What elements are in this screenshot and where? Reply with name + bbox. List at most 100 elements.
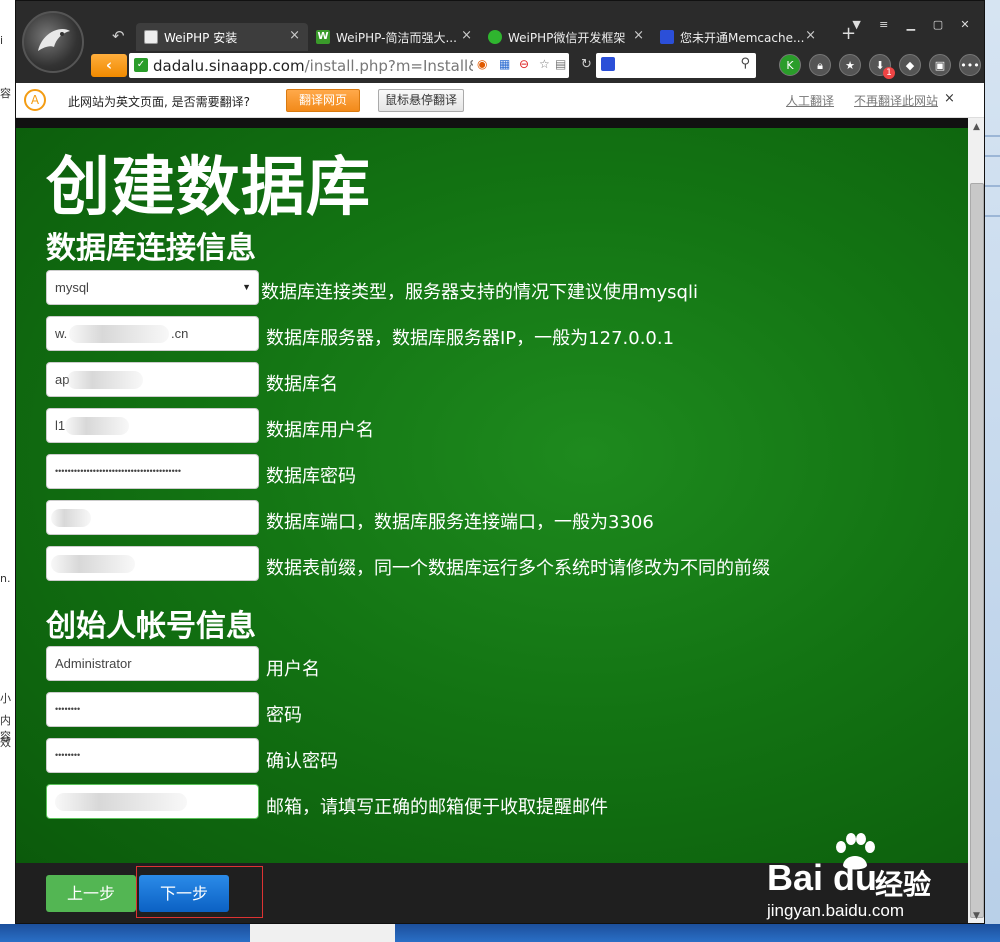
menu-icon[interactable]: ≡ — [873, 18, 895, 31]
minimize-button[interactable]: ▁ — [900, 18, 922, 31]
bg-snippet: 效 — [0, 736, 11, 749]
game-icon[interactable]: ◆ — [899, 54, 921, 76]
db-type-value: mysql — [55, 280, 89, 295]
admin-username-input[interactable]: Administrator — [46, 646, 259, 681]
url-path: /install.php?m=Install& — [304, 57, 473, 75]
baidu-paw-icon — [660, 30, 674, 44]
db-port-hint: 数据库端口，数据库服务连接端口，一般为3306 — [266, 512, 654, 533]
tab-label: 您未开通Memcache... — [680, 31, 805, 45]
db-port-input[interactable] — [46, 500, 259, 535]
scroll-up-icon[interactable]: ▲ — [973, 122, 980, 132]
browser-logo-icon[interactable] — [22, 11, 84, 73]
lock-icon[interactable]: 🔒︎ — [809, 54, 831, 76]
bg-snippet: i — [0, 34, 4, 47]
navigation-bar: ‹ ✓ dadalu.sinaapp.com/install.php?m=Ins… — [91, 53, 984, 79]
download-badge: 1 — [883, 67, 895, 79]
watermark-brand: Bai du — [767, 857, 878, 898]
tab-memcache[interactable]: 您未开通Memcache... × — [652, 23, 824, 51]
db-user-value: l1 — [55, 418, 66, 433]
tools-icon[interactable]: ▣ — [929, 54, 951, 76]
close-window-button[interactable]: ✕ — [954, 18, 976, 31]
close-icon[interactable]: × — [289, 28, 300, 43]
baidu-search-engine-icon[interactable] — [601, 57, 615, 71]
search-box[interactable]: ⚲ — [596, 53, 756, 78]
bg-snippet: 容 — [0, 87, 11, 100]
section-db-heading: 数据库连接信息 — [46, 231, 256, 266]
favorites-icon[interactable]: ★ — [839, 54, 861, 76]
admin-confirm-password-value: •••••••• — [55, 750, 81, 760]
db-host-hint: 数据库服务器，数据库服务器IP，一般为127.0.0.1 — [266, 328, 675, 349]
db-prefix-hint: 数据表前缀，同一个数据库运行多个系统时请修改为不同的前缀 — [266, 558, 770, 579]
translate-bar: A 此网站为英文页面, 是否需要翻译? 翻译网页 鼠标悬停翻译 人工翻译 不再翻… — [16, 83, 984, 118]
admin-password-hint: 密码 — [266, 705, 302, 726]
star-icon[interactable]: ☆ — [539, 57, 550, 71]
watermark-cn: 经验 — [875, 868, 932, 901]
content-top-strip — [16, 118, 968, 128]
highlight-box — [136, 866, 263, 918]
back-button[interactable]: ‹ — [91, 54, 127, 77]
browser-window: ↶ WeiPHP 安装 × W WeiPHP-简洁而强大... × WeiPHP… — [15, 0, 985, 924]
admin-password-input[interactable]: •••••••• — [46, 692, 259, 727]
url-host: dadalu.sinaapp.com — [153, 57, 305, 75]
admin-email-input[interactable] — [46, 784, 259, 819]
redacted-blur — [67, 371, 143, 389]
tab-weiphp-install[interactable]: WeiPHP 安装 × — [136, 23, 308, 51]
db-host-value: w. — [55, 326, 68, 341]
admin-username-hint: 用户名 — [266, 659, 320, 680]
translate-page-button[interactable]: 翻译网页 — [286, 89, 360, 112]
skin-icon[interactable]: ▼ — [846, 18, 868, 31]
close-translate-bar-icon[interactable]: × — [944, 91, 955, 106]
window-controls: ▼ ≡ ▁ ▢ ✕ — [846, 13, 976, 32]
db-user-hint: 数据库用户名 — [266, 420, 374, 441]
maximize-button[interactable]: ▢ — [927, 18, 949, 31]
db-password-value: •••••••••••••••••••••••••••••••••••••••• — [55, 466, 182, 476]
close-icon[interactable]: × — [633, 28, 644, 43]
url-text[interactable]: dadalu.sinaapp.com/install.php?m=Install… — [153, 57, 473, 75]
tab-weiphp-simple[interactable]: W WeiPHP-简洁而强大... × — [308, 23, 480, 51]
hover-translate-button[interactable]: 鼠标悬停翻译 — [378, 89, 464, 112]
db-type-hint: 数据库连接类型，服务器支持的情况下建议使用mysqli — [261, 282, 698, 303]
db-prefix-input[interactable] — [46, 546, 259, 581]
undo-close-tab-icon[interactable]: ↶ — [112, 27, 125, 45]
prev-step-button[interactable]: 上一步 — [46, 875, 136, 912]
scrollbar-thumb[interactable] — [970, 183, 984, 918]
search-icon[interactable]: ⚲ — [740, 56, 750, 71]
search-q-icon[interactable]: ◉ — [477, 57, 487, 71]
k-extension-icon[interactable]: K — [779, 54, 801, 76]
more-icon[interactable]: ••• — [959, 54, 981, 76]
db-password-input[interactable]: •••••••••••••••••••••••••••••••••••••••• — [46, 454, 259, 489]
close-icon[interactable]: × — [805, 28, 816, 43]
close-icon[interactable]: × — [461, 28, 472, 43]
redacted-blur — [51, 555, 135, 573]
desktop-window-edge — [250, 924, 395, 942]
watermark-url: jingyan.baidu.com — [767, 901, 905, 920]
section-admin-heading: 创始人帐号信息 — [46, 609, 256, 644]
translate-icon: A — [24, 89, 46, 111]
scroll-down-icon[interactable]: ▼ — [973, 911, 980, 921]
adblock-icon[interactable]: ⊖ — [519, 57, 529, 71]
address-bar[interactable]: ✓ dadalu.sinaapp.com/install.php?m=Insta… — [129, 53, 569, 78]
tab-label: WeiPHP微信开发框架 — [508, 31, 626, 45]
redacted-blur — [55, 793, 187, 811]
weiphp-w-icon: W — [316, 30, 330, 44]
refresh-icon[interactable]: ↻ — [581, 57, 592, 72]
db-type-select[interactable]: mysql ▼ — [46, 270, 259, 305]
admin-confirm-password-input[interactable]: •••••••• — [46, 738, 259, 773]
never-translate-link[interactable]: 不再翻译此网站 — [854, 92, 938, 109]
db-name-input[interactable]: ap — [46, 362, 259, 397]
tab-weiphp-framework[interactable]: WeiPHP微信开发框架 × — [480, 23, 652, 51]
db-host-input[interactable]: w. .cn — [46, 316, 259, 351]
tab-label: WeiPHP 安装 — [164, 31, 238, 45]
scrollbar[interactable]: ▲ ▼ — [968, 118, 984, 923]
db-host-suffix: .cn — [171, 326, 189, 341]
db-name-hint: 数据库名 — [266, 374, 338, 395]
page-menu-icon[interactable]: ▤ — [555, 57, 566, 71]
human-translate-link[interactable]: 人工翻译 — [786, 92, 834, 109]
redacted-blur — [65, 417, 129, 435]
db-user-input[interactable]: l1 — [46, 408, 259, 443]
baidu-jingyan-watermark: Bai du 经验 jingyan.baidu.com — [755, 833, 955, 925]
reader-icon[interactable]: ▦ — [499, 57, 510, 71]
chevron-down-icon: ▼ — [242, 282, 251, 292]
desktop-left-window: i 容 n. 小 内容 效 — [0, 0, 16, 942]
desktop-right-window — [984, 0, 1000, 942]
